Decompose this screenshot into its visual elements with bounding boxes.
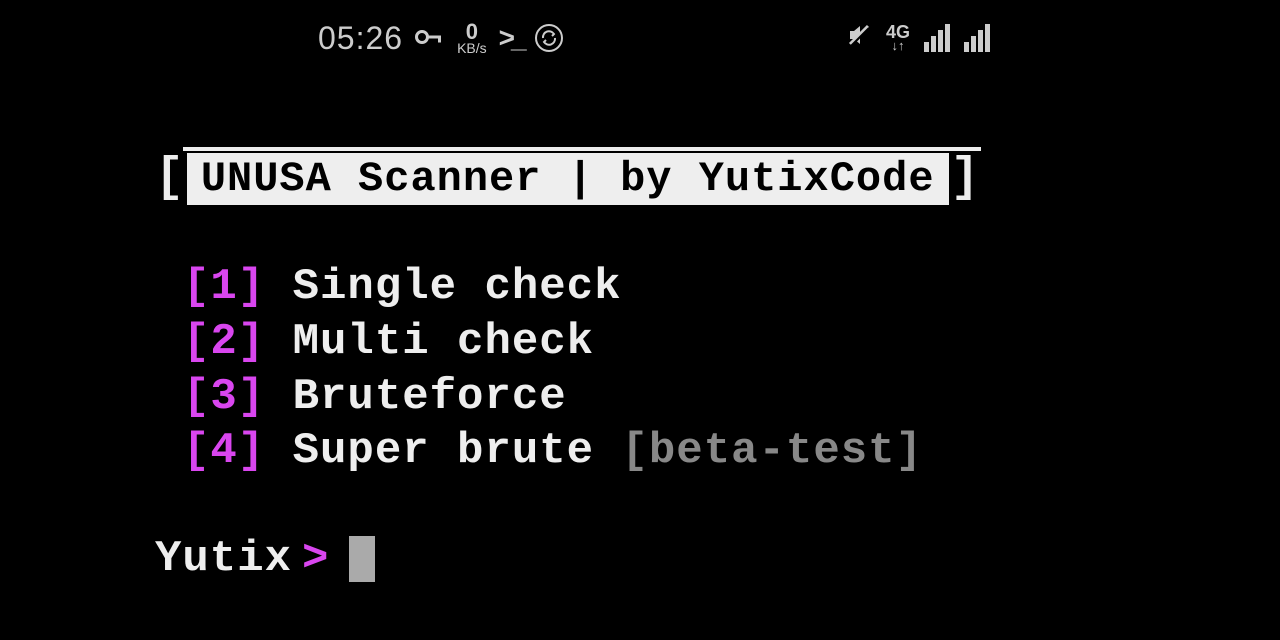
clock-time: 05:26 xyxy=(318,20,403,57)
menu-list: [1] Single check [2] Multi check [3] Bru… xyxy=(183,261,980,478)
signal-bars-icon-1 xyxy=(924,24,950,52)
vpn-key-icon xyxy=(415,23,445,54)
prompt-line[interactable]: Yutix > xyxy=(155,534,980,584)
menu-item-1[interactable]: [1] Single check xyxy=(183,261,980,314)
terminal-icon: >_ xyxy=(499,22,523,54)
menu-item-3[interactable]: [3] Bruteforce xyxy=(183,371,980,424)
menu-item-2[interactable]: [2] Multi check xyxy=(183,316,980,369)
sync-icon xyxy=(535,24,563,52)
net-speed-unit: KB/s xyxy=(457,42,487,55)
banner: [ UNUSA Scanner | by YutixCode ] xyxy=(155,140,980,205)
menu-label: Super brute xyxy=(265,426,621,476)
mute-icon xyxy=(846,22,872,55)
menu-item-4[interactable]: [4] Super brute [beta-test] xyxy=(183,425,980,478)
menu-label: Multi check xyxy=(265,317,594,367)
network-type-indicator: 4G ↓↑ xyxy=(886,25,910,51)
menu-tag: [beta-test] xyxy=(621,426,922,476)
network-speed-indicator: 0 KB/s xyxy=(457,22,487,54)
status-left-group: 05:26 0 KB/s >_ xyxy=(318,20,563,57)
terminal-content[interactable]: [ UNUSA Scanner | by YutixCode ] [1] Sin… xyxy=(155,140,980,584)
banner-bracket-right: ] xyxy=(951,151,981,205)
menu-label: Bruteforce xyxy=(265,372,566,422)
banner-top-rule xyxy=(183,147,981,151)
banner-bracket-left: [ xyxy=(155,151,185,205)
status-right-group: 4G ↓↑ xyxy=(846,22,990,55)
net-arrows: ↓↑ xyxy=(891,40,904,51)
menu-num: [2] xyxy=(183,317,265,367)
net-speed-value: 0 xyxy=(466,22,478,42)
menu-num: [3] xyxy=(183,372,265,422)
menu-label: Single check xyxy=(265,262,621,312)
prompt-label: Yutix xyxy=(155,534,292,584)
menu-num: [4] xyxy=(183,426,265,476)
signal-bars-icon-2 xyxy=(964,24,990,52)
banner-title: UNUSA Scanner | by YutixCode xyxy=(187,153,949,205)
cursor[interactable] xyxy=(349,536,375,582)
menu-num: [1] xyxy=(183,262,265,312)
prompt-symbol: > xyxy=(302,534,329,584)
